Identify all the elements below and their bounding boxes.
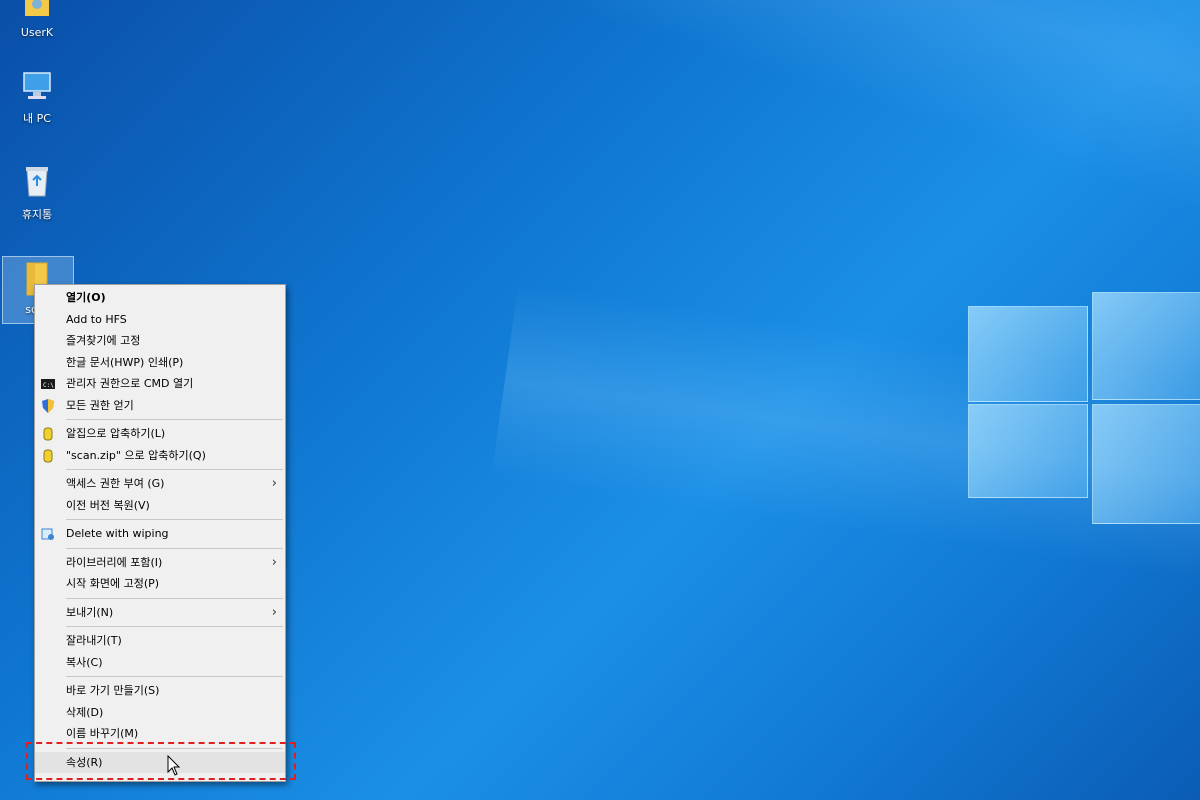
menu-item-label: 이름 바꾸기(M) (66, 727, 139, 740)
desktop-icon-label: UserK (20, 26, 54, 39)
menu-item-cut[interactable]: 잘라내기(T) (35, 630, 285, 652)
menu-item-label: 알집으로 압축하기(L) (66, 427, 166, 440)
menu-item-create-shortcut[interactable]: 바로 가기 만들기(S) (35, 680, 285, 702)
menu-item-print-hwp[interactable]: 한글 문서(HWP) 인쇄(P) (35, 352, 285, 374)
menu-separator (66, 419, 283, 420)
menu-item-label: 바로 가기 만들기(S) (66, 684, 160, 697)
menu-separator (66, 626, 283, 627)
menu-item-label: 복사(C) (66, 655, 103, 669)
menu-item-label: 시작 화면에 고정(P) (66, 577, 160, 590)
menu-item-label: Delete with wiping (66, 527, 169, 540)
menu-item-copy[interactable]: 복사(C) (35, 652, 285, 674)
menu-item-label: 이전 버전 복원(V) (66, 498, 150, 512)
desktop[interactable]: UserK 내 PC 휴지통 scan 열기(O) Add to HFS 즐겨찾… (0, 0, 1200, 800)
menu-item-label: 삭제(D) (66, 705, 104, 719)
menu-item-label: 액세스 권한 부여 (G) (66, 477, 165, 490)
menu-item-include-library[interactable]: 라이브러리에 포함(I) › (35, 552, 285, 574)
menu-item-label: 즐겨찾기에 고정 (66, 334, 141, 347)
menu-item-label: 관리자 권한으로 CMD 열기 (66, 377, 194, 390)
context-menu: 열기(O) Add to HFS 즐겨찾기에 고정 한글 문서(HWP) 인쇄(… (34, 284, 286, 782)
menu-item-label: 잘라내기(T) (66, 634, 122, 647)
menu-item-pin-quick-access[interactable]: 즐겨찾기에 고정 (35, 330, 285, 352)
menu-item-delete[interactable]: 삭제(D) (35, 702, 285, 724)
menu-item-label: 라이브러리에 포함(I) (66, 555, 163, 569)
menu-item-label: "scan.zip" 으로 압축하기(Q) (66, 448, 206, 462)
wipe-icon (41, 527, 55, 541)
this-pc-icon (2, 68, 72, 107)
desktop-icon-label: 휴지통 (21, 208, 53, 221)
menu-item-label: 모든 권한 얻기 (66, 398, 134, 412)
menu-separator (66, 597, 283, 599)
menu-item-admin-cmd[interactable]: C:\ 관리자 권한으로 CMD 열기 (35, 373, 285, 395)
cmd-icon: C:\ (41, 377, 55, 391)
menu-separator (66, 469, 283, 470)
menu-item-alzip-compress[interactable]: 알집으로 압축하기(L) (35, 423, 285, 445)
wallpaper-light-beam (294, 0, 1200, 350)
desktop-icon-user[interactable]: UserK (2, 0, 72, 39)
menu-separator (66, 519, 283, 520)
menu-item-open[interactable]: 열기(O) (35, 287, 285, 309)
mouse-cursor-icon (167, 754, 181, 781)
menu-separator (66, 547, 283, 549)
alzip-icon (41, 449, 55, 463)
chevron-right-icon: › (271, 554, 277, 570)
desktop-icon-recycle-bin[interactable]: 휴지통 (2, 162, 72, 222)
alzip-icon (41, 427, 55, 441)
menu-item-label: Add to HFS (66, 312, 127, 326)
menu-item-send-to[interactable]: 보내기(N) › (35, 602, 285, 624)
chevron-right-icon: › (271, 604, 277, 620)
menu-item-restore-previous[interactable]: 이전 버전 복원(V) (35, 495, 285, 517)
menu-separator (66, 676, 283, 677)
menu-item-pin-start[interactable]: 시작 화면에 고정(P) (35, 573, 285, 595)
chevron-right-icon: › (271, 476, 277, 491)
menu-item-add-to-hfs[interactable]: Add to HFS (35, 309, 285, 331)
properties-highlight-annotation (26, 742, 296, 780)
desktop-icon-this-pc[interactable]: 내 PC (2, 68, 72, 126)
menu-item-label: 한글 문서(HWP) 인쇄(P) (66, 355, 184, 369)
shield-icon (41, 398, 55, 413)
menu-item-label: 열기(O) (66, 291, 106, 304)
recycle-bin-icon (2, 162, 72, 203)
user-folder-icon (2, 0, 72, 23)
menu-item-take-ownership[interactable]: 모든 권한 얻기 (35, 395, 285, 417)
menu-item-compress-scan-zip[interactable]: "scan.zip" 으로 압축하기(Q) (35, 445, 285, 467)
svg-text:C:\: C:\ (43, 382, 54, 389)
desktop-icon-label: 내 PC (23, 112, 51, 125)
menu-item-give-access[interactable]: 액세스 권한 부여 (G) › (35, 473, 285, 495)
menu-item-label: 보내기(N) (66, 605, 114, 619)
menu-item-delete-wiping[interactable]: Delete with wiping (35, 523, 285, 545)
